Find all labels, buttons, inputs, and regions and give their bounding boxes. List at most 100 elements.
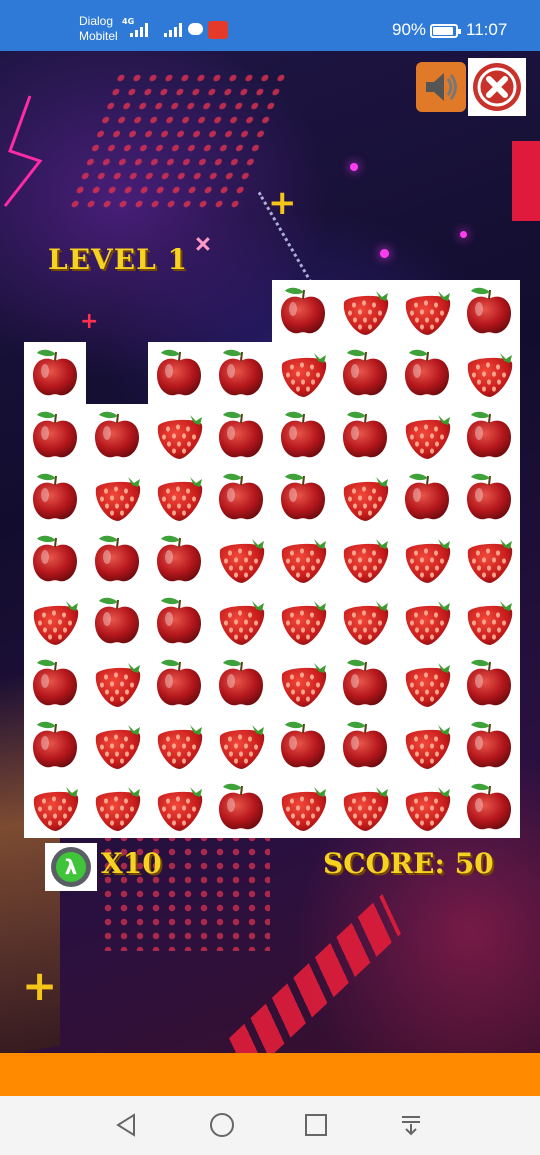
strawberry-tile[interactable]: [210, 528, 272, 590]
apple-tile[interactable]: [272, 466, 334, 528]
strawberry-tile[interactable]: [458, 590, 520, 652]
apple-tile[interactable]: [334, 714, 396, 776]
strawberry-tile[interactable]: [334, 528, 396, 590]
strawberry-tile[interactable]: [86, 776, 148, 838]
apple-icon: [467, 721, 511, 768]
apple-tile[interactable]: [334, 652, 396, 714]
strawberry-tile[interactable]: [272, 776, 334, 838]
apple-icon: [343, 411, 387, 458]
apple-icon: [405, 349, 449, 396]
apple-tile[interactable]: [24, 404, 86, 466]
apple-tile[interactable]: [24, 342, 86, 404]
apple-tile[interactable]: [148, 342, 210, 404]
strawberry-tile[interactable]: [334, 280, 396, 342]
close-button[interactable]: [468, 58, 526, 116]
apple-tile[interactable]: [24, 528, 86, 590]
strawberry-icon: [405, 725, 451, 769]
apple-tile[interactable]: [86, 528, 148, 590]
apple-tile[interactable]: [396, 342, 458, 404]
strawberry-icon: [157, 415, 203, 459]
strawberry-icon: [343, 539, 389, 583]
strawberry-tile[interactable]: [458, 528, 520, 590]
strawberry-tile[interactable]: [396, 404, 458, 466]
apple-tile[interactable]: [86, 404, 148, 466]
apple-tile[interactable]: [148, 590, 210, 652]
apple-tile[interactable]: [458, 466, 520, 528]
strawberry-tile[interactable]: [86, 714, 148, 776]
back-button[interactable]: [112, 1110, 142, 1140]
strawberry-tile[interactable]: [458, 342, 520, 404]
apple-tile[interactable]: [458, 776, 520, 838]
apple-tile[interactable]: [334, 404, 396, 466]
apple-icon: [281, 411, 325, 458]
navigation-bar: [0, 1096, 540, 1155]
apple-tile[interactable]: [272, 404, 334, 466]
home-button[interactable]: [207, 1110, 237, 1140]
ad-banner[interactable]: [0, 1053, 540, 1096]
apple-tile[interactable]: [334, 342, 396, 404]
strawberry-tile[interactable]: [396, 590, 458, 652]
apple-icon: [281, 473, 325, 520]
apple-tile[interactable]: [458, 404, 520, 466]
apple-tile[interactable]: [458, 280, 520, 342]
strawberry-tile[interactable]: [272, 342, 334, 404]
strawberry-icon: [405, 291, 451, 335]
strawberry-tile[interactable]: [210, 590, 272, 652]
strawberry-tile[interactable]: [334, 590, 396, 652]
strawberry-tile[interactable]: [396, 652, 458, 714]
strawberry-tile[interactable]: [334, 776, 396, 838]
apple-tile[interactable]: [24, 466, 86, 528]
apple-tile[interactable]: [396, 466, 458, 528]
apple-tile[interactable]: [24, 652, 86, 714]
hint-button[interactable]: λ: [45, 843, 97, 891]
strawberry-tile[interactable]: [148, 466, 210, 528]
apple-tile[interactable]: [210, 342, 272, 404]
battery-icon: [430, 24, 461, 38]
strawberry-icon: [343, 601, 389, 645]
sound-button[interactable]: [416, 62, 466, 112]
strawberry-tile[interactable]: [148, 714, 210, 776]
apple-icon: [33, 659, 77, 706]
strawberry-icon: [343, 291, 389, 335]
speaker-icon: [426, 73, 457, 101]
svg-text:λ: λ: [65, 855, 78, 879]
apple-tile[interactable]: [272, 714, 334, 776]
strawberry-tile[interactable]: [396, 280, 458, 342]
strawberry-tile[interactable]: [272, 590, 334, 652]
apple-tile[interactable]: [86, 590, 148, 652]
apple-icon: [219, 783, 263, 830]
strawberry-tile[interactable]: [24, 776, 86, 838]
strawberry-tile[interactable]: [86, 466, 148, 528]
apple-icon: [157, 597, 201, 644]
apple-tile[interactable]: [210, 652, 272, 714]
apple-tile[interactable]: [24, 714, 86, 776]
strawberry-tile[interactable]: [334, 466, 396, 528]
strawberry-icon: [467, 539, 513, 583]
strawberry-tile[interactable]: [396, 714, 458, 776]
recents-button[interactable]: [301, 1110, 331, 1140]
apple-tile[interactable]: [210, 466, 272, 528]
apple-tile[interactable]: [210, 404, 272, 466]
strawberry-tile[interactable]: [86, 652, 148, 714]
strawberry-tile[interactable]: [396, 528, 458, 590]
apple-tile[interactable]: [148, 528, 210, 590]
apple-icon: [467, 659, 511, 706]
apple-tile[interactable]: [458, 652, 520, 714]
strawberry-tile[interactable]: [210, 714, 272, 776]
strawberry-tile[interactable]: [148, 404, 210, 466]
strawberry-tile[interactable]: [148, 776, 210, 838]
strawberry-icon: [95, 477, 141, 521]
strawberry-tile[interactable]: [272, 652, 334, 714]
strawberry-tile[interactable]: [24, 590, 86, 652]
apple-tile[interactable]: [210, 776, 272, 838]
apple-tile[interactable]: [148, 652, 210, 714]
apple-tile[interactable]: [272, 280, 334, 342]
apple-tile[interactable]: [458, 714, 520, 776]
strawberry-icon: [33, 601, 79, 645]
strawberry-icon: [281, 663, 327, 707]
notification-pull-button[interactable]: [396, 1110, 426, 1140]
strawberry-tile[interactable]: [272, 528, 334, 590]
strawberry-tile[interactable]: [396, 776, 458, 838]
strawberry-icon: [467, 353, 513, 397]
strawberry-icon: [95, 725, 141, 769]
